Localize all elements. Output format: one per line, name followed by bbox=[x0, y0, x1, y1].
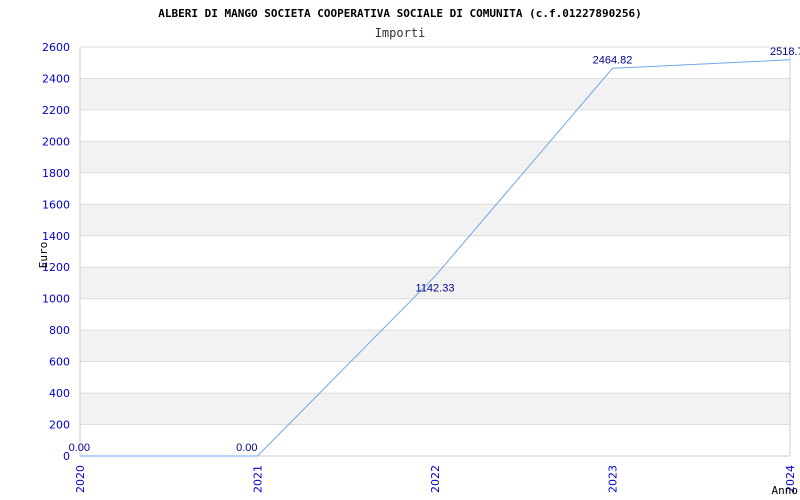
plot-bands bbox=[80, 78, 790, 425]
plot-band bbox=[80, 330, 790, 362]
data-label: 2518.7 bbox=[770, 46, 800, 58]
plot-band bbox=[80, 78, 790, 110]
plot-band bbox=[80, 204, 790, 236]
y-tick-label: 2400 bbox=[42, 72, 70, 85]
x-tick-label: 2022 bbox=[429, 465, 442, 493]
y-tick-label: 600 bbox=[49, 356, 70, 369]
data-label: 2464.82 bbox=[593, 54, 633, 66]
y-tick-label: 400 bbox=[49, 387, 70, 400]
chart-title: ALBERI DI MANGO SOCIETA COOPERATIVA SOCI… bbox=[158, 7, 641, 20]
plot-band bbox=[80, 141, 790, 173]
chart-subtitle: Importi bbox=[375, 26, 426, 40]
y-tick-label: 1800 bbox=[42, 167, 70, 180]
y-tick-label: 1000 bbox=[42, 293, 70, 306]
y-tick-label: 2200 bbox=[42, 104, 70, 117]
data-label: 0.00 bbox=[236, 442, 257, 454]
x-axis-label: Anno bbox=[772, 484, 799, 497]
y-tick-label: 800 bbox=[49, 324, 70, 337]
data-label: 1142.33 bbox=[416, 282, 455, 294]
data-label: 0.00 bbox=[69, 442, 90, 454]
y-tick-label: 1600 bbox=[42, 198, 70, 211]
y-axis-label: Euro bbox=[37, 242, 50, 269]
line-chart: 0200400600800100012001400160018002000220… bbox=[37, 7, 800, 497]
y-tick-label: 200 bbox=[49, 419, 70, 432]
plot-band bbox=[80, 393, 790, 425]
x-tick-labels: 2020 2021 2022 2023 2024 bbox=[74, 465, 797, 493]
x-tick-label: 2021 bbox=[252, 465, 265, 493]
y-tick-label: 1400 bbox=[42, 230, 70, 243]
x-tick-label: 2020 bbox=[74, 465, 87, 493]
y-tick-label: 2000 bbox=[42, 135, 70, 148]
x-tick-label: 2023 bbox=[607, 465, 620, 493]
y-tick-label: 2600 bbox=[42, 41, 70, 54]
